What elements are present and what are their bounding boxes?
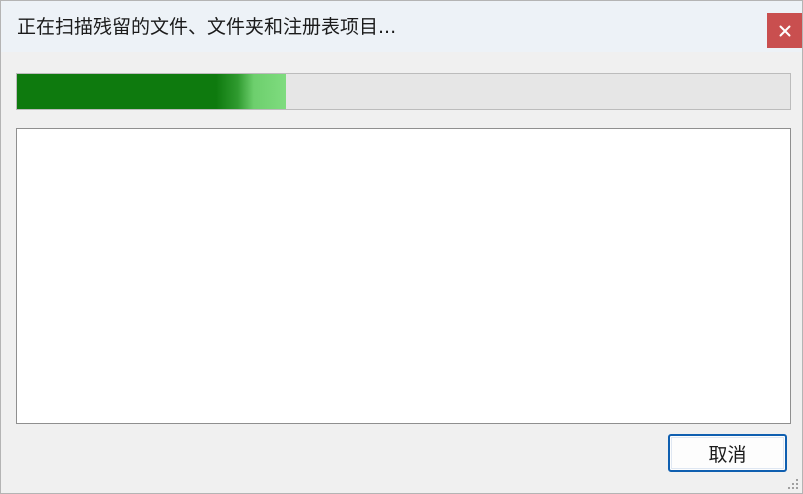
- cancel-button[interactable]: 取消: [668, 434, 787, 472]
- scan-progress-bar: [16, 73, 791, 110]
- scan-results-list[interactable]: [16, 128, 791, 424]
- resize-grip-icon[interactable]: [786, 477, 800, 491]
- progress-bar-fill: [17, 74, 286, 109]
- cancel-button-label: 取消: [708, 443, 747, 466]
- title-bar[interactable]: 正在扫描残留的文件、文件夹和注册表项目...: [1, 1, 802, 52]
- close-icon: [779, 25, 790, 36]
- scan-dialog: 正在扫描残留的文件、文件夹和注册表项目... 取消: [0, 0, 803, 494]
- close-button[interactable]: [767, 13, 802, 48]
- window-title: 正在扫描残留的文件、文件夹和注册表项目...: [17, 16, 397, 38]
